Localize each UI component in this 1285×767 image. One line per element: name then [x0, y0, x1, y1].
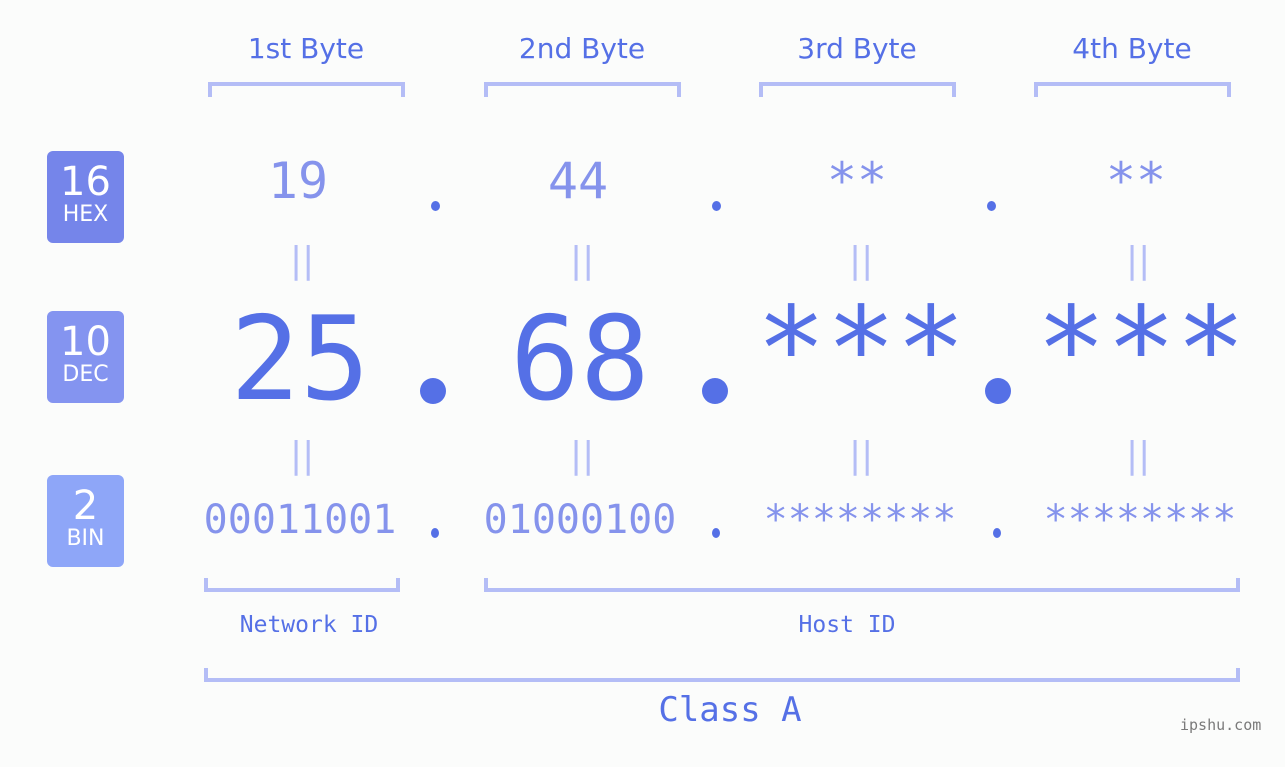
watermark: ipshu.com — [1180, 716, 1262, 734]
hex-value-4: ** — [1105, 152, 1167, 210]
hex-value-1: 19 — [267, 152, 329, 210]
hex-dot-1 — [431, 201, 440, 211]
byte-bracket-3 — [759, 82, 956, 97]
bin-badge: 2 BIN — [47, 475, 124, 567]
hex-label: HEX — [62, 202, 109, 227]
byte-header-3: 3rd Byte — [797, 32, 917, 65]
bin-dot-2 — [712, 528, 720, 538]
dec-value-4: *** — [1036, 282, 1246, 417]
class-bracket — [204, 668, 1240, 682]
byte-header-1: 1st Byte — [247, 32, 365, 65]
byte-header-2: 2nd Byte — [518, 32, 646, 65]
bin-dot-1 — [431, 528, 439, 538]
bin-label: BIN — [66, 526, 105, 551]
equals-hex-dec-4: || — [1126, 240, 1151, 281]
bin-value-2: 01000100 — [483, 497, 677, 543]
bin-dot-3 — [993, 528, 1001, 538]
network-id-bracket — [204, 578, 400, 592]
bin-base: 2 — [72, 483, 99, 529]
equals-hex-dec-3: || — [849, 240, 874, 281]
dec-badge: 10 DEC — [47, 311, 124, 403]
dec-value-3: *** — [756, 282, 966, 417]
network-id-label: Network ID — [239, 612, 379, 638]
dec-dot-2 — [702, 378, 728, 404]
dec-dot-1 — [420, 378, 446, 404]
byte-bracket-1 — [208, 82, 405, 97]
hex-dot-3 — [987, 201, 996, 211]
equals-hex-dec-2: || — [570, 240, 595, 281]
hex-base: 16 — [60, 159, 111, 205]
dec-value-1: 25 — [230, 292, 370, 427]
hex-dot-2 — [712, 201, 721, 211]
bin-value-4: ******** — [1043, 497, 1237, 543]
dec-dot-3 — [985, 378, 1011, 404]
byte-bracket-4 — [1034, 82, 1231, 97]
host-id-bracket — [484, 578, 1240, 592]
hex-value-2: 44 — [547, 152, 609, 210]
equals-dec-bin-3: || — [849, 435, 874, 476]
hex-badge: 16 HEX — [47, 151, 124, 243]
hex-value-3: ** — [826, 152, 888, 210]
bin-value-1: 00011001 — [203, 497, 397, 543]
equals-dec-bin-2: || — [570, 435, 595, 476]
equals-dec-bin-4: || — [1126, 435, 1151, 476]
host-id-label: Host ID — [798, 612, 896, 638]
dec-label: DEC — [62, 362, 109, 387]
equals-hex-dec-1: || — [290, 240, 315, 281]
equals-dec-bin-1: || — [290, 435, 315, 476]
ip-class-label: Class A — [658, 690, 802, 730]
dec-value-2: 68 — [510, 292, 650, 427]
byte-header-4: 4th Byte — [1072, 32, 1192, 65]
byte-bracket-2 — [484, 82, 681, 97]
dec-base: 10 — [60, 319, 111, 365]
bin-value-3: ******** — [763, 497, 957, 543]
